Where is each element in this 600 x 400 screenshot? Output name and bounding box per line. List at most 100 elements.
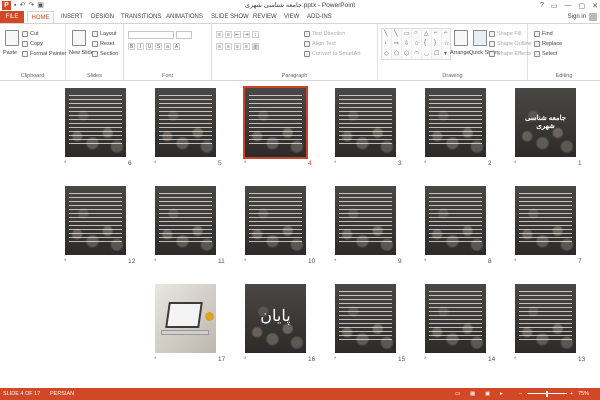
transition-star-icon[interactable]: * [334,357,336,363]
new-slide-icon[interactable] [72,30,86,46]
slide-thumbnail[interactable] [335,88,396,157]
sign-in-link[interactable]: Sign in [568,11,586,23]
ribbon-display-button[interactable]: ▭ [551,2,558,10]
transition-star-icon[interactable]: * [514,357,516,363]
tab-add-ins[interactable]: ADD-INS [307,11,332,23]
tab-animations[interactable]: ANIMATIONS [166,11,203,23]
reading-view-icon[interactable]: ▣ [485,388,490,400]
justify-button[interactable]: ≡ [243,43,250,50]
transition-star-icon[interactable]: * [244,161,246,167]
font-name-input[interactable] [128,31,174,39]
tab-slide-show[interactable]: SLIDE SHOW [211,11,249,23]
italic-button[interactable]: I [137,43,144,50]
normal-view-icon[interactable]: ▭ [455,388,460,400]
slide-thumbnail[interactable] [245,186,306,255]
font-color-button[interactable]: A [173,43,180,50]
strikethrough-button[interactable]: a [164,43,171,50]
bold-button[interactable]: B [128,43,135,50]
transition-star-icon[interactable]: * [424,161,426,167]
align-right-button[interactable]: ≡ [234,43,241,50]
format-painter-button[interactable]: Format Painter [22,51,66,57]
slide-thumbnail[interactable] [425,186,486,255]
slideshow-view-icon[interactable]: ▸ [500,388,503,400]
zoom-in-button[interactable]: + [570,388,573,400]
tab-view[interactable]: VIEW [284,11,299,23]
reset-button[interactable]: Reset [92,41,114,47]
transition-star-icon[interactable]: * [334,259,336,265]
slide-thumbnail[interactable] [515,284,576,353]
slide-thumbnail[interactable]: پایان [245,284,306,353]
slide-thumbnail[interactable] [425,88,486,157]
slide-sorter-view-icon[interactable]: ▦ [470,388,475,400]
layout-button[interactable]: Layout [92,31,117,37]
align-text-button[interactable]: Align Text [304,41,336,47]
slide-thumbnail[interactable] [243,86,308,159]
transition-star-icon[interactable]: * [154,161,156,167]
close-button[interactable]: ✕ [592,2,598,10]
slide-thumbnail[interactable] [65,186,126,255]
text-direction-button[interactable]: Text Direction [304,31,345,37]
shape-fill-button[interactable]: Shape Fill [489,31,521,37]
tab-home[interactable]: HOME [27,11,54,23]
bullets-button[interactable]: ≡ [216,31,223,38]
arrange-icon[interactable] [454,30,468,46]
maximize-button[interactable]: ▢ [579,2,586,10]
transition-star-icon[interactable]: * [424,259,426,265]
numbering-button[interactable]: ≡ [225,31,232,38]
columns-button[interactable]: ▥ [252,43,259,50]
font-size-input[interactable] [176,31,192,39]
slide-thumbnail[interactable] [155,186,216,255]
quick-styles-icon[interactable] [473,30,487,46]
tab-transitions[interactable]: TRANSITIONS [121,11,161,23]
slide-thumbnail[interactable] [65,88,126,157]
transition-star-icon[interactable]: * [334,161,336,167]
transition-star-icon[interactable]: * [514,161,516,167]
center-button[interactable]: ≡ [225,43,232,50]
underline-button[interactable]: U [146,43,153,50]
slide-thumbnail[interactable] [155,284,216,353]
new-slide-button[interactable]: New Slide [69,50,94,56]
zoom-out-button[interactable]: − [519,388,522,400]
slide-sorter[interactable]: جامعه شناسی شهری 1 * 2 * 3 * 4 * 5 * 6 * 7 * 8 * 9 * 10 * 11 *… [0,82,600,388]
tab-review[interactable]: REVIEW [253,11,277,23]
find-button[interactable]: Find [534,31,553,37]
tab-design[interactable]: DESIGN [91,11,114,23]
zoom-slider-thumb[interactable] [546,391,548,397]
shapes-gallery[interactable]: ╲ ╲ ▭ ○ △ ⌐ ⌐ ↓ ⇨ ⇩ ☆{} ☆ ◇ ⬠ ⬡ ◠ ◡ ☐ ▾ [381,28,451,60]
section-button[interactable]: Section [92,51,118,57]
transition-star-icon[interactable]: * [424,357,426,363]
slide-thumbnail[interactable]: جامعه شناسی شهری [515,88,576,157]
tab-file[interactable]: FILE [0,11,24,23]
slide-thumbnail[interactable] [335,186,396,255]
slide-thumbnail[interactable] [335,284,396,353]
avatar[interactable] [589,13,597,21]
slide-thumbnail[interactable] [515,186,576,255]
shape-effects-button[interactable]: Shape Effects [489,51,531,57]
select-button[interactable]: Select [534,51,557,57]
replace-button[interactable]: Replace [534,41,562,47]
transition-star-icon[interactable]: * [514,259,516,265]
help-button[interactable]: ? [540,2,544,9]
minimize-button[interactable]: — [565,2,572,9]
convert-smartart-button[interactable]: Convert to SmartArt [304,51,361,57]
line-spacing-button[interactable]: ↕ [252,31,259,38]
language-indicator[interactable]: PERSIAN [50,388,74,400]
transition-star-icon[interactable]: * [244,357,246,363]
transition-star-icon[interactable]: * [154,357,156,363]
align-left-button[interactable]: ≡ [216,43,223,50]
decrease-indent-button[interactable]: ⇤ [234,31,241,38]
increase-indent-button[interactable]: ⇥ [243,31,250,38]
tab-insert[interactable]: INSERT [61,11,83,23]
copy-button[interactable]: Copy [22,41,43,47]
cut-button[interactable]: Cut [22,31,39,37]
arrange-button[interactable]: Arrange [450,50,470,56]
transition-star-icon[interactable]: * [64,259,66,265]
paste-icon[interactable] [5,30,19,46]
shape-outline-button[interactable]: Shape Outline [489,41,532,47]
slide-thumbnail[interactable] [155,88,216,157]
paste-button[interactable]: Paste [3,50,17,56]
transition-star-icon[interactable]: * [154,259,156,265]
shadow-button[interactable]: S [155,43,162,50]
slide-thumbnail[interactable] [425,284,486,353]
zoom-level[interactable]: 75% [578,388,589,400]
